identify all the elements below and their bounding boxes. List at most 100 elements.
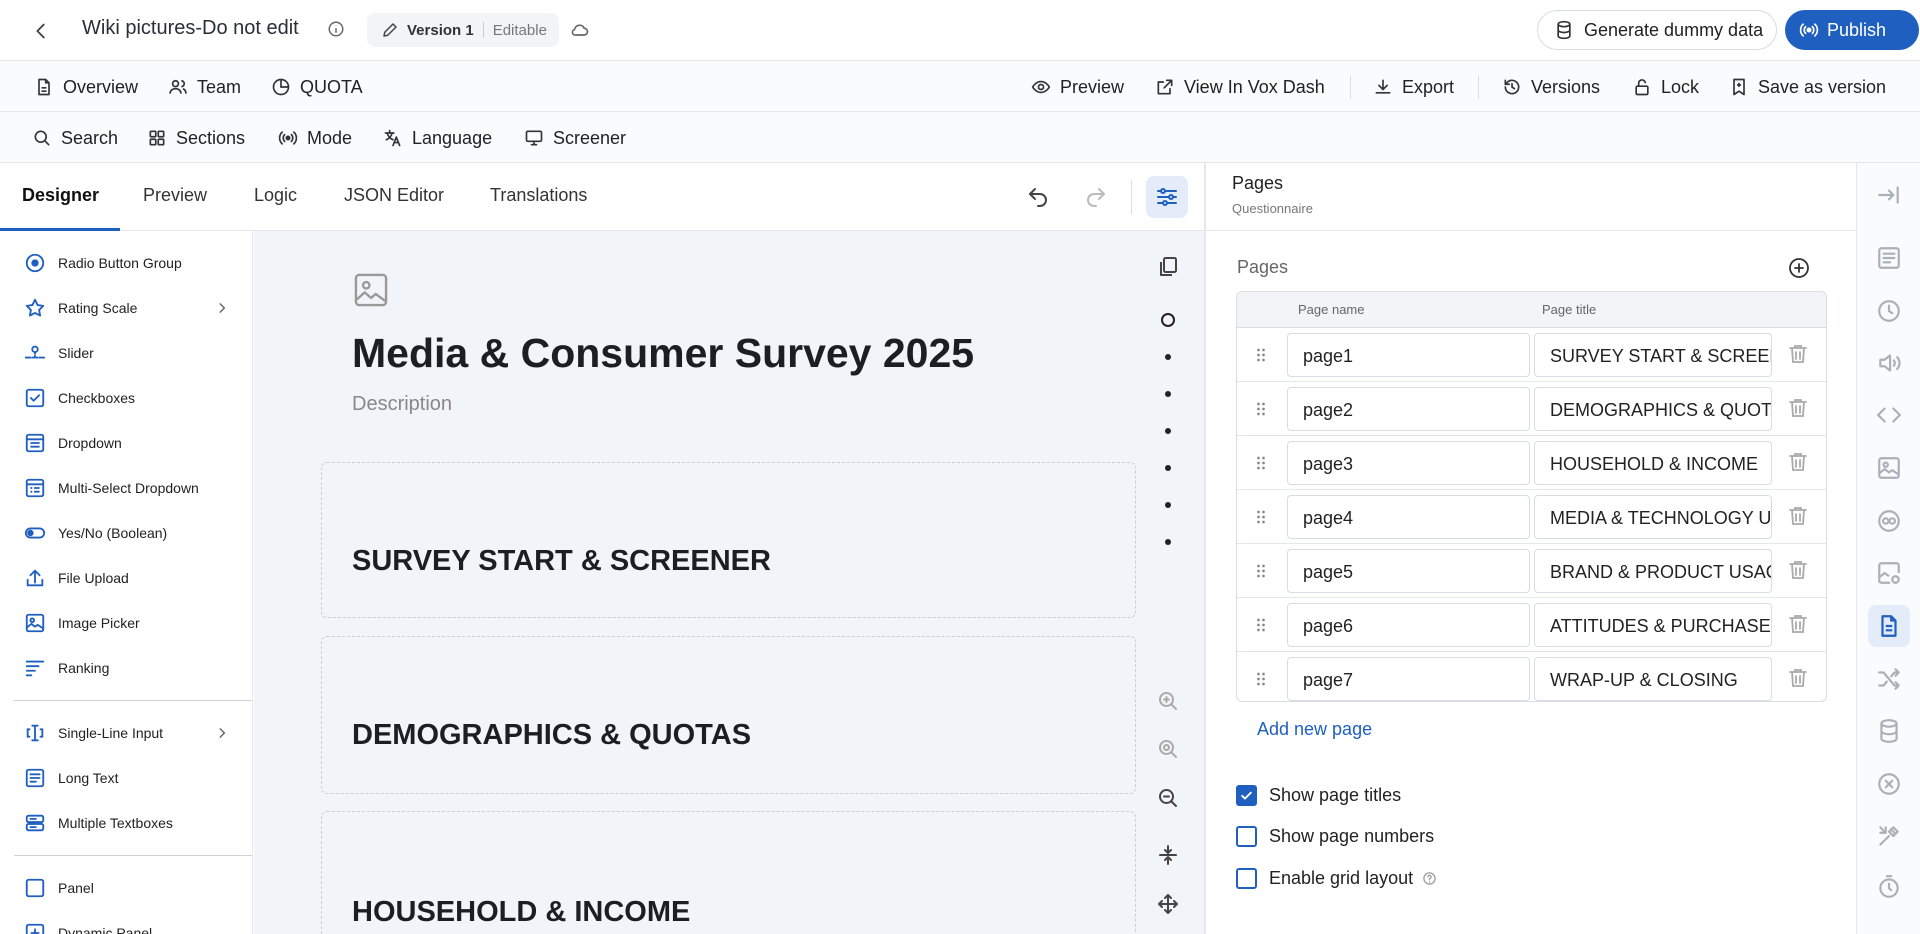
undo-icon[interactable] xyxy=(1026,185,1050,209)
toolbox-item-image-picker[interactable]: Image Picker xyxy=(0,605,252,641)
code-icon[interactable] xyxy=(1876,402,1902,428)
toolbox-item-multiple-textboxes[interactable]: Multiple Textboxes xyxy=(0,805,252,841)
document-icon[interactable] xyxy=(1876,613,1902,639)
help-icon[interactable] xyxy=(1422,871,1437,886)
page-title-input[interactable]: BRAND & PRODUCT USAGE xyxy=(1534,549,1772,593)
survey-description[interactable]: Description xyxy=(352,393,452,416)
page-card[interactable]: DEMOGRAPHICS & QUOTAS xyxy=(321,636,1136,794)
page-name-input[interactable]: page6 xyxy=(1287,603,1530,647)
toolbox-item-checkboxes[interactable]: Checkboxes xyxy=(0,380,252,416)
page-nav-dot[interactable] xyxy=(1165,428,1171,434)
nav-lock[interactable]: Lock xyxy=(1632,74,1699,100)
toolbox-item-yes-no-boolean[interactable]: Yes/No (Boolean) xyxy=(0,515,252,551)
page-name-input[interactable]: page5 xyxy=(1287,549,1530,593)
trash-icon[interactable] xyxy=(1786,612,1810,636)
zoom-in-icon[interactable] xyxy=(1156,689,1180,713)
back-icon[interactable] xyxy=(30,20,52,42)
drag-handle-icon[interactable] xyxy=(1251,507,1271,527)
checkbox[interactable] xyxy=(1236,867,1257,889)
tab-designer[interactable]: Designer xyxy=(22,185,99,206)
page-nav-dot[interactable] xyxy=(1165,391,1171,397)
toolbox-item-dynamic-panel[interactable]: Dynamic Panel xyxy=(0,915,252,934)
page-title-input[interactable]: SURVEY START & SCREENER xyxy=(1534,333,1772,377)
chevron-right-icon[interactable] xyxy=(215,301,229,315)
collapse-icon[interactable] xyxy=(1156,843,1180,867)
toolbox-item-long-text[interactable]: Long Text xyxy=(0,760,252,796)
add-new-page-link[interactable]: Add new page xyxy=(1257,719,1372,740)
timer-icon[interactable] xyxy=(1876,874,1902,900)
page-title-input[interactable]: HOUSEHOLD & INCOME xyxy=(1534,441,1772,485)
toolbox-item-rating-scale[interactable]: Rating Scale xyxy=(0,290,252,326)
speaker-icon[interactable] xyxy=(1876,350,1902,376)
nav-save-as-version[interactable]: Save as version xyxy=(1729,74,1886,100)
nav-preview[interactable]: Preview xyxy=(1031,74,1124,100)
nav-overview[interactable]: Overview xyxy=(34,74,138,100)
page-title-input[interactable]: MEDIA & TECHNOLOGY USAGE xyxy=(1534,495,1772,539)
checkbox-checked[interactable] xyxy=(1236,784,1257,806)
tab-translations[interactable]: Translations xyxy=(490,185,587,206)
page-title-input[interactable]: WRAP-UP & CLOSING xyxy=(1534,657,1772,701)
toolbox-item-ranking[interactable]: Ranking xyxy=(0,650,252,686)
drag-handle-icon[interactable] xyxy=(1251,453,1271,473)
page-title-input[interactable]: ATTITUDES & PURCHASE xyxy=(1534,603,1772,647)
zoom-out-icon[interactable] xyxy=(1156,786,1180,810)
page-name-input[interactable]: page7 xyxy=(1287,657,1530,701)
toolbox-item-slider[interactable]: Slider xyxy=(0,335,252,371)
toolbox-item-file-upload[interactable]: File Upload xyxy=(0,560,252,596)
close-circle-icon[interactable] xyxy=(1876,771,1902,797)
pages-section-title[interactable]: Pages xyxy=(1237,257,1288,278)
nav-quota[interactable]: QUOTA xyxy=(271,74,363,100)
trash-icon[interactable] xyxy=(1786,450,1810,474)
database-icon[interactable] xyxy=(1876,718,1902,744)
logo-placeholder-icon[interactable] xyxy=(352,271,390,309)
tools-icon[interactable] xyxy=(1876,823,1902,849)
tab-preview[interactable]: Preview xyxy=(143,185,207,206)
chevron-right-icon[interactable] xyxy=(215,726,229,740)
page-name-input[interactable]: page2 xyxy=(1287,387,1530,431)
trash-icon[interactable] xyxy=(1786,666,1810,690)
toolbar-mode[interactable]: Mode xyxy=(278,125,352,151)
toolbox-item-panel[interactable]: Panel xyxy=(0,870,252,906)
page-name-input[interactable]: page1 xyxy=(1287,333,1530,377)
page-title[interactable]: HOUSEHOLD & INCOME xyxy=(352,896,690,929)
toolbox-item-dropdown[interactable]: Dropdown xyxy=(0,425,252,461)
toolbar-sections[interactable]: Sections xyxy=(147,125,245,151)
page-name-input[interactable]: page3 xyxy=(1287,441,1530,485)
drag-handle-icon[interactable] xyxy=(1251,669,1271,689)
generate-dummy-data-button[interactable]: Generate dummy data xyxy=(1537,10,1777,50)
nav-team[interactable]: Team xyxy=(168,74,241,100)
toolbox-item-multi-select-dropdown[interactable]: Multi-Select Dropdown xyxy=(0,470,252,506)
toolbar-language[interactable]: Language xyxy=(383,125,492,151)
page-nav-dot[interactable] xyxy=(1165,354,1171,360)
publish-button[interactable]: Publish xyxy=(1785,10,1919,50)
page-name-input[interactable]: page4 xyxy=(1287,495,1530,539)
tab-json-editor[interactable]: JSON Editor xyxy=(344,185,444,206)
drag-handle-icon[interactable] xyxy=(1251,561,1271,581)
option-show-page-numbers[interactable]: Show page numbers xyxy=(1236,824,1434,848)
contrast-icon[interactable] xyxy=(1876,508,1902,534)
toolbar-search[interactable]: Search xyxy=(32,125,118,151)
page-nav-dot[interactable] xyxy=(1165,539,1171,545)
toolbar-screener[interactable]: Screener xyxy=(524,125,626,151)
info-icon[interactable] xyxy=(327,20,345,38)
tab-logic[interactable]: Logic xyxy=(254,185,297,206)
image-icon[interactable] xyxy=(1876,455,1902,481)
option-show-page-titles[interactable]: Show page titles xyxy=(1236,783,1401,807)
page-title[interactable]: SURVEY START & SCREENER xyxy=(352,545,771,578)
drag-handle-icon[interactable] xyxy=(1251,615,1271,635)
toolbox-item-single-line-input[interactable]: Single-Line Input xyxy=(0,715,252,751)
page-nav-dot[interactable] xyxy=(1165,502,1171,508)
trash-icon[interactable] xyxy=(1786,504,1810,528)
page-card[interactable]: HOUSEHOLD & INCOME xyxy=(321,811,1136,934)
sliders-icon[interactable] xyxy=(1146,176,1188,218)
document-title[interactable]: Wiki pictures-Do not edit xyxy=(82,17,299,40)
page-nav-dot-active[interactable] xyxy=(1161,313,1175,327)
image-settings-icon[interactable] xyxy=(1876,560,1902,586)
zoom-reset-icon[interactable] xyxy=(1156,737,1180,761)
collapse-panel-icon[interactable] xyxy=(1876,182,1902,208)
move-icon[interactable] xyxy=(1156,892,1180,916)
redo-icon[interactable] xyxy=(1084,185,1108,209)
add-circle-icon[interactable] xyxy=(1787,256,1811,280)
option-enable-grid-layout[interactable]: Enable grid layout xyxy=(1236,866,1437,890)
page-title-input[interactable]: DEMOGRAPHICS & QUOTAS xyxy=(1534,387,1772,431)
